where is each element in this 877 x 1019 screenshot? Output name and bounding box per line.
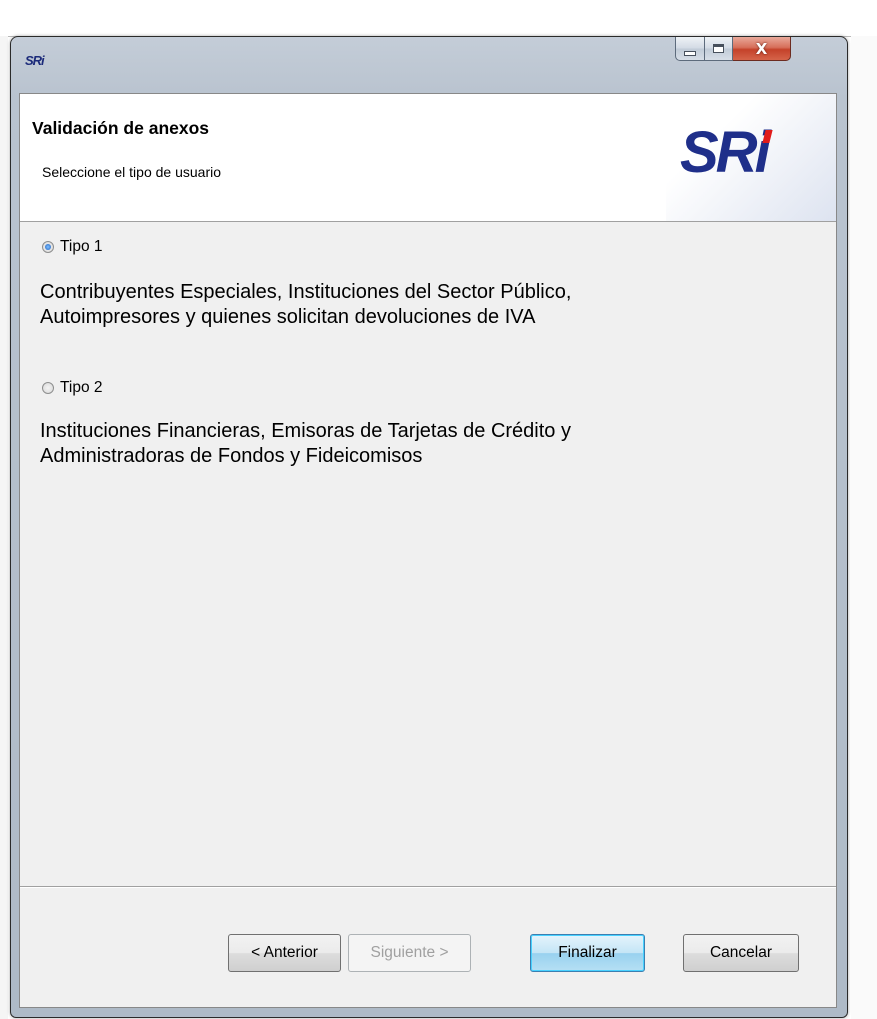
- description-line: Administradoras de Fondos y Fideicomisos: [40, 445, 423, 467]
- sri-logo: SRi: [680, 122, 780, 192]
- minimize-icon: [684, 50, 696, 56]
- radio-checked-icon[interactable]: [42, 241, 54, 253]
- page-subtitle: Seleccione el tipo de usuario: [42, 164, 222, 180]
- title-bar[interactable]: SRi X: [11, 37, 847, 93]
- back-button[interactable]: < Anterior: [228, 934, 341, 972]
- description-line: Instituciones Financieras, Emisoras de T…: [40, 420, 571, 442]
- option-label[interactable]: Tipo 2: [60, 379, 103, 397]
- minimize-button[interactable]: [675, 37, 705, 61]
- radio-unchecked-icon[interactable]: [42, 382, 54, 394]
- cancel-button[interactable]: Cancelar: [683, 934, 799, 972]
- wizard-header: Validación de anexos Seleccione el tipo …: [20, 94, 836, 222]
- finish-button[interactable]: Finalizar: [530, 934, 645, 972]
- logo-accent-mark: [762, 130, 773, 143]
- wizard-window: SRi X Validación de anexos Seleccione el…: [10, 36, 848, 1018]
- close-button[interactable]: X: [733, 37, 791, 61]
- option-tipo-2[interactable]: Tipo 2: [42, 379, 103, 397]
- maximize-button[interactable]: [705, 37, 733, 61]
- option-tipo-1[interactable]: Tipo 1: [42, 238, 103, 256]
- sri-logo-text: SRi: [680, 120, 771, 185]
- desktop-background-left: [0, 36, 8, 1019]
- footer-separator: [20, 886, 836, 887]
- close-icon: X: [755, 39, 768, 58]
- description-line: Autoimpresores y quienes solicitan devol…: [40, 306, 536, 328]
- next-button[interactable]: Siguiente >: [348, 934, 471, 972]
- wizard-client-area: Validación de anexos Seleccione el tipo …: [19, 93, 837, 1008]
- caption-buttons: X: [675, 37, 791, 63]
- desktop-background-right: [851, 36, 877, 1019]
- description-line: Contribuyentes Especiales, Instituciones…: [40, 281, 572, 303]
- option-description-2: Instituciones Financieras, Emisoras de T…: [40, 419, 800, 469]
- maximize-icon: [713, 44, 724, 53]
- page-title: Validación de anexos: [32, 118, 210, 138]
- sri-app-icon[interactable]: SRi: [25, 53, 47, 71]
- option-label[interactable]: Tipo 1: [60, 238, 103, 256]
- option-description-1: Contribuyentes Especiales, Instituciones…: [40, 280, 800, 330]
